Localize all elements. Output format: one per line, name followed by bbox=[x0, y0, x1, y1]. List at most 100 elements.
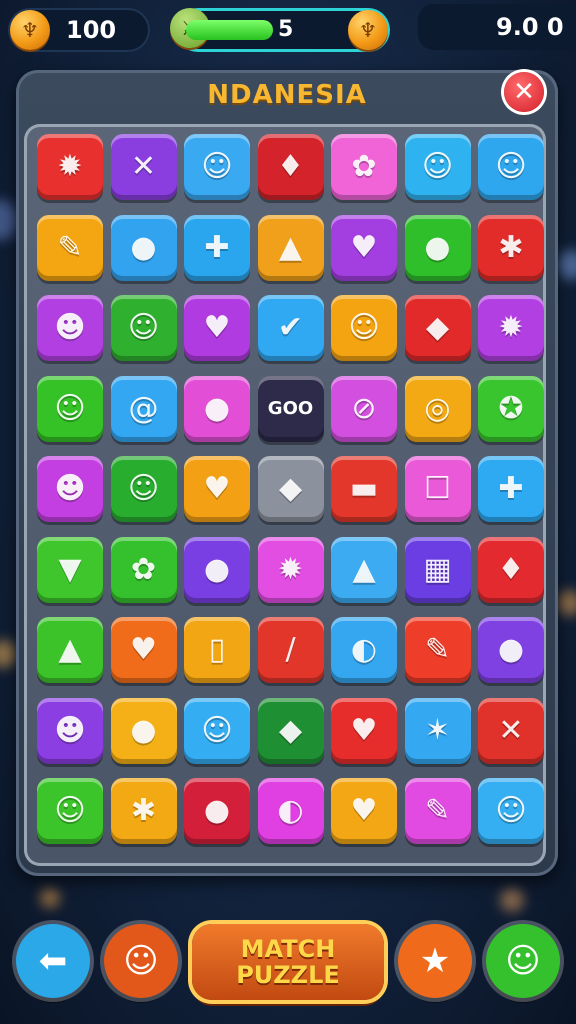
tile-candy-icon: ☺ bbox=[495, 149, 527, 184]
board-tile[interactable]: ♥ bbox=[331, 214, 397, 281]
board-tile[interactable]: ✎ bbox=[404, 778, 471, 844]
board-tile[interactable]: ▦ bbox=[404, 536, 471, 603]
match-puzzle-button[interactable]: MATCH PUZZLE bbox=[192, 924, 384, 1000]
board-tile[interactable]: ▲ bbox=[37, 617, 103, 683]
board-tile[interactable]: ✚ bbox=[478, 456, 544, 522]
board-tile[interactable]: ☻ bbox=[37, 697, 103, 764]
board-tile[interactable]: ✹ bbox=[478, 295, 544, 361]
board-tile[interactable]: ◎ bbox=[404, 375, 471, 442]
board-tile[interactable]: ☺ bbox=[37, 778, 103, 844]
tile-candy-icon: @ bbox=[128, 390, 159, 426]
tile-candy-icon: ♥ bbox=[130, 632, 157, 667]
board-tile[interactable]: ♥ bbox=[184, 295, 250, 361]
tile-candy-icon: ● bbox=[130, 229, 157, 265]
board-tile[interactable]: ☺ bbox=[110, 456, 177, 522]
top-hud: ♆ 100 ⚔ 5 ♆ 9.0 0 bbox=[0, 0, 576, 64]
tile-candy-icon: ☺ bbox=[421, 149, 454, 184]
board-tile[interactable]: ☺ bbox=[184, 134, 250, 200]
board-tile[interactable]: ☺ bbox=[404, 134, 471, 200]
board-tile[interactable]: ✱ bbox=[478, 214, 544, 281]
star-button[interactable]: ★ bbox=[398, 924, 472, 998]
level-number: 5 bbox=[278, 17, 294, 42]
tile-candy-icon: ♥ bbox=[203, 310, 231, 345]
board-tile[interactable]: ☺ bbox=[37, 375, 103, 442]
tile-candy-icon: ✎ bbox=[57, 229, 83, 265]
hint-button[interactable]: ☺ bbox=[486, 924, 560, 998]
tile-label: GOO bbox=[267, 398, 314, 419]
board-tile[interactable]: ◐ bbox=[257, 778, 324, 844]
tile-candy-icon: ✱ bbox=[498, 229, 524, 265]
board-tile[interactable]: ● bbox=[110, 697, 177, 764]
board-tile[interactable]: ✶ bbox=[404, 697, 471, 764]
board-tile[interactable]: @ bbox=[110, 375, 177, 442]
board-tile[interactable]: ▯ bbox=[184, 617, 250, 683]
tile-candy-icon: ☺ bbox=[201, 149, 233, 184]
board-tile[interactable]: ☻ bbox=[37, 456, 103, 522]
board-tile[interactable]: ▲ bbox=[257, 214, 324, 281]
board-tile[interactable]: ✪ bbox=[478, 375, 544, 442]
board-tile[interactable]: ▼ bbox=[37, 536, 103, 603]
board-tile[interactable]: ✕ bbox=[110, 134, 177, 200]
board-tile[interactable]: ✚ bbox=[184, 214, 250, 281]
board-tile[interactable]: ● bbox=[404, 214, 471, 281]
board-tile[interactable]: ♥ bbox=[331, 778, 397, 844]
tile-candy-icon: ☻ bbox=[54, 471, 86, 506]
board-tile[interactable]: ● bbox=[184, 375, 250, 442]
board-tile[interactable]: ☺ bbox=[110, 295, 177, 361]
coin-icon: ♆ bbox=[10, 10, 50, 50]
level-progress-bar: ⚔ 5 ♆ bbox=[170, 8, 390, 52]
board-tile[interactable]: ♥ bbox=[110, 617, 177, 683]
tile-candy-icon: ♦ bbox=[497, 551, 525, 587]
board-tile[interactable]: ● bbox=[478, 617, 544, 683]
coin-icon: ♆ bbox=[348, 10, 388, 50]
close-button[interactable]: ✕ bbox=[504, 72, 544, 112]
character-button[interactable]: ☺ bbox=[104, 924, 178, 998]
board-tile[interactable]: ✕ bbox=[478, 697, 544, 764]
board-tile[interactable]: ⊘ bbox=[331, 375, 397, 442]
board-tile[interactable]: ◆ bbox=[257, 456, 324, 522]
back-button[interactable]: ⬅ bbox=[16, 924, 90, 998]
board-tile[interactable]: ✱ bbox=[110, 778, 177, 844]
tile-candy-icon: ☺ bbox=[495, 793, 527, 828]
board-tile[interactable]: GOO bbox=[257, 375, 324, 442]
board-tile[interactable]: ∕ bbox=[257, 617, 324, 683]
tile-candy-icon: ✿ bbox=[130, 551, 157, 587]
timer-value: 9.0 0 bbox=[496, 13, 564, 41]
board-tile[interactable]: ♥ bbox=[331, 697, 397, 764]
board-tile[interactable]: ☻ bbox=[37, 295, 103, 361]
tile-candy-icon: ☺ bbox=[348, 310, 380, 345]
board-tile[interactable]: ✎ bbox=[37, 214, 103, 281]
tile-candy-icon: ✶ bbox=[424, 712, 451, 748]
board-tile[interactable]: ● bbox=[184, 536, 250, 603]
board-tile[interactable]: ☺ bbox=[184, 697, 250, 764]
board-tile[interactable]: ♦ bbox=[257, 134, 324, 200]
tile-candy-icon: ⊘ bbox=[351, 390, 377, 426]
board-tile[interactable]: ☺ bbox=[331, 295, 397, 361]
board-tile[interactable]: ✔ bbox=[257, 295, 324, 361]
board-tile[interactable]: ▲ bbox=[331, 536, 397, 603]
board-tile[interactable]: ✿ bbox=[331, 134, 397, 200]
board-tile[interactable]: ☺ bbox=[478, 134, 544, 200]
background-bokeh bbox=[40, 888, 60, 908]
board-tile[interactable]: ✹ bbox=[37, 134, 103, 200]
board-tile[interactable]: ▬ bbox=[331, 456, 397, 522]
board-tile[interactable]: ● bbox=[110, 214, 177, 281]
tile-candy-icon: ▯ bbox=[208, 632, 226, 667]
board-tile[interactable]: ✹ bbox=[257, 536, 324, 603]
tile-candy-icon: ✪ bbox=[498, 390, 524, 426]
tile-candy-icon: ♦ bbox=[277, 149, 304, 184]
board-tile[interactable]: ◐ bbox=[331, 617, 397, 683]
board-tile[interactable]: ☐ bbox=[404, 456, 471, 522]
tile-candy-icon: ▲ bbox=[58, 632, 82, 667]
board-tile[interactable]: ✎ bbox=[404, 617, 471, 683]
board-tile[interactable]: ♥ bbox=[184, 456, 250, 522]
board-tile[interactable]: ☺ bbox=[478, 778, 544, 844]
game-panel: NDANESIA ✕ ✹ ✕ ☺ ♦ ✿ ☺ ☺ ✎ ● ✚ ▲ ♥ ● ✱ ☻ ☺ ♥ ✔ ☺ ◆ ✹ ☺ @ ● GOO ⊘ ◎… bbox=[16, 70, 558, 876]
board-tile[interactable]: ♦ bbox=[478, 536, 544, 603]
board-tile[interactable]: ◆ bbox=[257, 697, 324, 764]
board-tile[interactable]: ✿ bbox=[110, 536, 177, 603]
tile-candy-icon: ✚ bbox=[498, 471, 524, 506]
board-tile[interactable]: ◆ bbox=[404, 295, 471, 361]
board-tile[interactable]: ● bbox=[184, 778, 250, 844]
character-icon: ☺ bbox=[123, 941, 159, 981]
